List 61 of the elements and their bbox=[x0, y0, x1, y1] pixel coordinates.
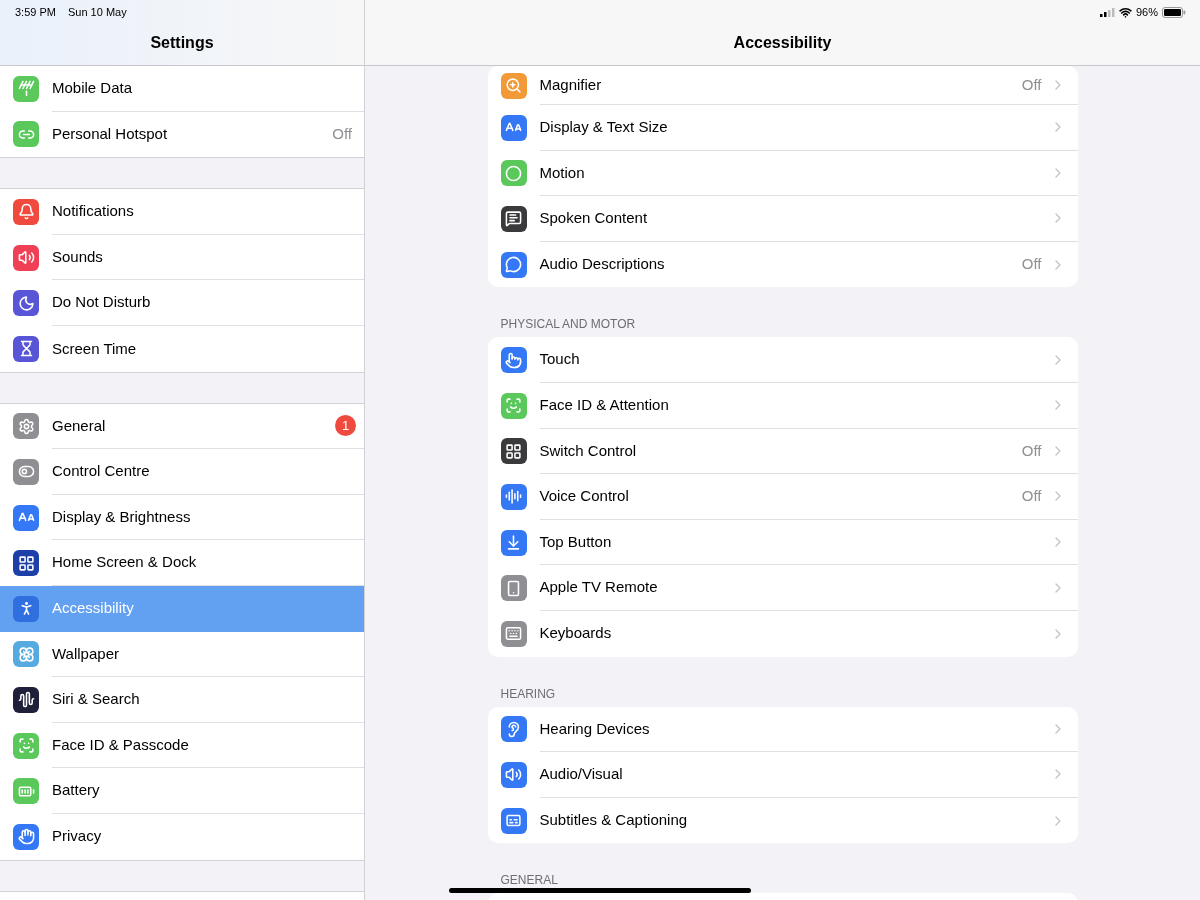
speaker-icon bbox=[500, 761, 527, 788]
row-value: Off bbox=[1021, 254, 1042, 275]
settings-row[interactable]: Magnifier Off bbox=[487, 66, 1078, 105]
section-header: HEARING bbox=[500, 686, 556, 701]
grid-icon bbox=[13, 550, 39, 577]
row-value: Off bbox=[1021, 74, 1042, 95]
arrow-down-icon bbox=[500, 529, 527, 556]
bell-icon bbox=[13, 199, 39, 225]
battery-percent: 96% bbox=[1135, 4, 1158, 20]
status-date: Sun 10 May bbox=[67, 5, 127, 20]
battery-icon bbox=[1162, 6, 1186, 18]
row-value: Off bbox=[1021, 440, 1042, 461]
settings-row[interactable]: Face ID & Attention bbox=[487, 382, 1078, 429]
speaker-icon bbox=[13, 244, 39, 271]
text-size-icon bbox=[500, 114, 527, 141]
toggle-icon bbox=[13, 458, 39, 485]
flower-icon bbox=[13, 641, 39, 668]
settings-row[interactable]: Audio Descriptions Off bbox=[487, 241, 1078, 288]
remote-icon bbox=[500, 575, 527, 602]
status-time: 3:59 PM bbox=[15, 5, 56, 20]
speech-bubble-icon bbox=[500, 251, 527, 278]
sidebar-title: Settings bbox=[150, 32, 214, 53]
settings-row[interactable]: Spoken Content bbox=[487, 196, 1078, 242]
captions-icon bbox=[500, 807, 527, 834]
settings-row[interactable]: Switch Control Off bbox=[487, 428, 1078, 475]
wifi-icon bbox=[1118, 5, 1132, 19]
moon-icon bbox=[13, 290, 39, 317]
section-header: PHYSICAL AND MOTOR bbox=[500, 317, 636, 332]
section-header: GENERAL bbox=[500, 873, 558, 888]
row-value: Off bbox=[1021, 486, 1042, 507]
page-title: Accessibility bbox=[733, 32, 832, 53]
settings-row[interactable]: Apple TV Remote bbox=[487, 565, 1078, 611]
waveform-icon bbox=[13, 686, 39, 713]
settings-row[interactable]: Voice Control Off bbox=[487, 474, 1078, 520]
settings-row[interactable]: Motion bbox=[487, 150, 1078, 197]
signal-icon bbox=[1099, 7, 1115, 17]
settings-row[interactable]: Audio/Visual bbox=[487, 752, 1078, 798]
ear-icon bbox=[500, 716, 527, 743]
text-size-icon bbox=[13, 504, 39, 531]
zoom-icon bbox=[500, 72, 527, 99]
settings-icon bbox=[13, 413, 39, 440]
notification-badge: 1 bbox=[335, 415, 356, 437]
face-scan-icon bbox=[500, 392, 527, 419]
face-scan-icon bbox=[13, 732, 39, 759]
settings-row[interactable]: Hearing Devices bbox=[487, 706, 1078, 753]
speech-bubble-icon bbox=[500, 206, 527, 232]
settings-row[interactable]: Touch bbox=[487, 337, 1078, 383]
audio-icon bbox=[500, 483, 527, 510]
link-icon bbox=[13, 121, 39, 148]
item-value: Off bbox=[332, 124, 352, 145]
hand-icon bbox=[13, 823, 39, 850]
person-icon bbox=[13, 595, 39, 622]
grid-icon bbox=[500, 438, 527, 465]
battery-icon bbox=[13, 778, 39, 805]
settings-row[interactable]: Subtitles & Captioning bbox=[487, 797, 1078, 844]
settings-row[interactable]: Display & Text Size bbox=[487, 105, 1078, 151]
settings-row[interactable]: Keyboards bbox=[487, 610, 1078, 657]
pointer-icon bbox=[500, 347, 527, 374]
settings-row[interactable]: Top Button bbox=[487, 519, 1078, 566]
keyboard-icon bbox=[500, 620, 527, 647]
hourglass-icon bbox=[13, 335, 39, 362]
